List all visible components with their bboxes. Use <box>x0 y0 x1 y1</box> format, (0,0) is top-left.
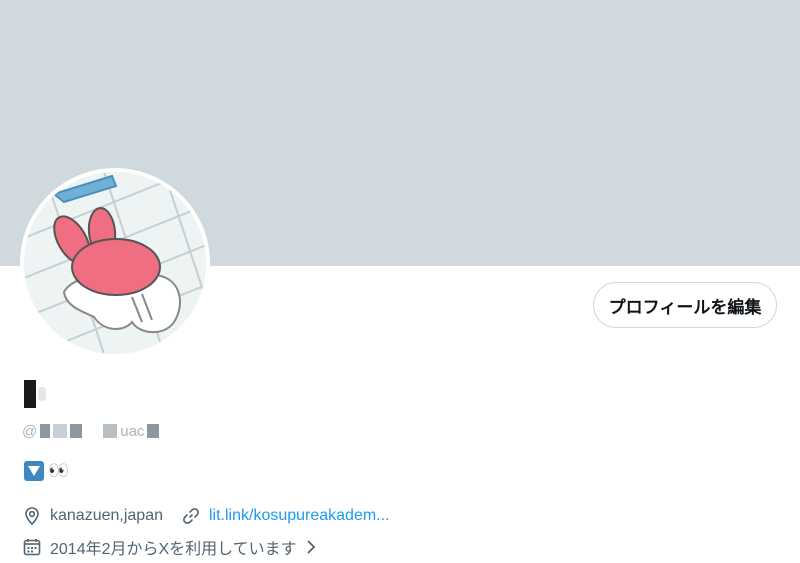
profile-meta-row-1: kanazuen,japan lit.link/kosupureakadem..… <box>22 504 390 528</box>
handle-prefix: @ <box>22 422 38 440</box>
handle-visible-part: uac <box>120 422 145 440</box>
profile-page: プロフィールを編集 @ uac 👀 kanazuen,japan lit.lin… <box>0 0 800 563</box>
user-handle: @ uac <box>22 421 160 441</box>
handle-redaction-3 <box>70 424 83 438</box>
avatar-illustration <box>24 172 206 354</box>
redacted-name-block <box>24 380 36 408</box>
avatar[interactable] <box>24 172 206 354</box>
edit-profile-button-label: プロフィールを編集 <box>608 297 762 317</box>
redacted-name-tail <box>38 387 46 401</box>
joined-date-text[interactable]: 2014年2月からXを利用しています <box>50 535 297 559</box>
calendar-icon <box>22 537 42 557</box>
location-text: kanazuen,japan <box>50 507 163 524</box>
handle-redaction-4 <box>103 424 118 438</box>
handle-redaction-5 <box>147 424 160 438</box>
profile-meta-row-2: 2014年2月からXを利用しています <box>22 535 321 559</box>
handle-redaction-1 <box>40 424 51 438</box>
website-link[interactable]: lit.link/kosupureakadem... <box>209 507 390 525</box>
link-icon <box>181 506 201 526</box>
edit-profile-button[interactable]: プロフィールを編集 <box>593 282 777 328</box>
blue-down-triangle-emoji <box>24 461 44 481</box>
location-pin-icon <box>22 506 42 526</box>
bio-eyes-emoji: 👀 <box>48 461 70 480</box>
bio: 👀 <box>24 459 69 483</box>
display-name <box>24 379 46 409</box>
avatar-border <box>20 168 210 358</box>
handle-redaction-2 <box>53 424 68 438</box>
chevron-right-icon[interactable] <box>301 537 321 557</box>
